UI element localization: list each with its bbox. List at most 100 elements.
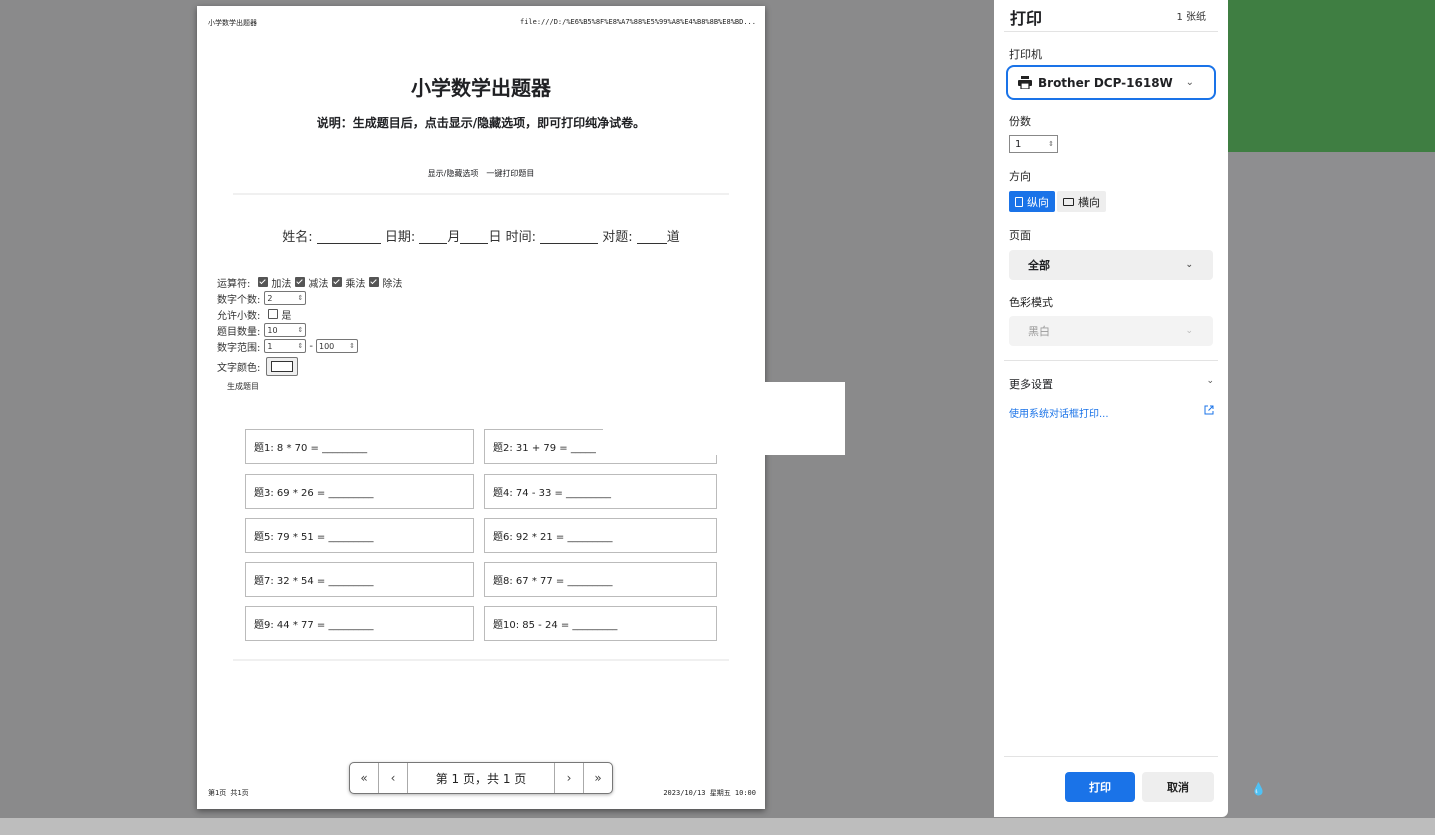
options-panel: 运算符: 加法 减法 乘法 除法 数字个数: 2 ⇕ 允许小数: 是 题目数量: … [217, 274, 402, 394]
range-max-value: 100 [318, 341, 335, 351]
system-dialog-link[interactable]: 使用系统对话框打印... [1009, 405, 1214, 420]
divide-label: 除法 [382, 278, 403, 290]
multiply-checkbox[interactable] [332, 277, 343, 287]
question-item: 题6: 92 * 21 = _________ [484, 518, 717, 553]
underlying-page-green-region [1228, 0, 1435, 152]
correct-label: 对题: [602, 230, 633, 245]
question-item: 题3: 69 * 26 = _________ [245, 474, 474, 509]
student-info-line: 姓名: 日期: 月 日 时间: 对题: 道 [197, 226, 765, 245]
printer-name: Brother DCP-1618W [1038, 75, 1173, 90]
page-navigator: « ‹ 第 1 页，共 1 页 › » [349, 762, 613, 794]
question-item: 题10: 85 - 24 = _________ [484, 606, 717, 641]
qty-value: 10 [267, 325, 278, 335]
page-footer-count: 第1页 共1页 [208, 789, 249, 797]
range-max-stepper[interactable]: 100 ⇕ [315, 339, 358, 353]
page-header-url: file:///D:/%E6%B5%8F%E8%A7%88%E5%99%A8%E… [519, 18, 756, 26]
add-checkbox[interactable] [258, 277, 269, 287]
divide-checkbox[interactable] [369, 277, 380, 287]
generate-button[interactable]: 生成题目 [227, 381, 259, 392]
range-dash: - [309, 340, 313, 352]
chevron-down-icon: ⌄ [1185, 260, 1193, 270]
portrait-button[interactable]: 纵向 [1009, 191, 1055, 212]
pages-label: 页面 [1009, 229, 1031, 242]
range-min-value: 1 [267, 341, 273, 351]
landscape-label: 横向 [1078, 195, 1100, 209]
orientation-toggle: 纵向 横向 [1009, 191, 1106, 212]
page-subtitle: 说明：生成题目后，点击显示/隐藏选项，即可打印纯净试卷。 [316, 116, 646, 130]
pages-select[interactable]: 全部 ⌄ [1009, 250, 1213, 280]
day-blank [460, 229, 489, 244]
color-mode-select[interactable]: 黑白 ⌄ [1009, 316, 1213, 346]
page-footer-datetime: 2023/10/13 星期五 10:00 [663, 789, 756, 797]
prev-page-button[interactable]: ‹ [379, 763, 408, 793]
page-title: 小学数学出题器 [411, 76, 551, 100]
count-value: 2 [267, 293, 273, 303]
count-label: 数字个数: [217, 294, 261, 306]
text-color-picker[interactable] [266, 356, 299, 376]
day-time-label: 日 时间: [488, 230, 536, 245]
count-stepper[interactable]: 2 ⇕ [264, 291, 307, 305]
name-blank [316, 229, 381, 244]
toggle-options-link[interactable]: 显示/隐藏选项 [428, 169, 479, 178]
water-drop-icon: 💧 [1251, 782, 1266, 796]
color-row: 文字颜色: [217, 354, 402, 378]
divider [233, 659, 729, 661]
correct-blank [636, 229, 667, 244]
date-label: 日期: [384, 230, 416, 245]
last-page-button[interactable]: » [583, 763, 612, 793]
print-questions-link[interactable]: 一键打印题目 [486, 169, 534, 178]
blank-overlay [603, 382, 845, 455]
question-item: 题4: 74 - 33 = _________ [484, 474, 717, 509]
month-label: 月 [447, 230, 461, 245]
printer-select[interactable]: Brother DCP-1618W ⌄ [1006, 65, 1216, 100]
question-item: 题7: 32 * 54 = _________ [245, 562, 474, 597]
copies-value: 1 [1015, 138, 1022, 150]
range-row: 数字范围: 1 ⇕ - 100 ⇕ [217, 338, 402, 354]
printer-icon [1018, 76, 1032, 89]
spinner-icon: ⇕ [297, 342, 304, 350]
divider [1004, 31, 1218, 32]
generate-row: 生成题目 [217, 378, 402, 394]
page-action-links: 显示/隐藏选项 一键打印题目 [197, 168, 765, 179]
subtract-checkbox[interactable] [295, 277, 306, 287]
landscape-button[interactable]: 横向 [1057, 191, 1106, 212]
page-indicator: 第 1 页，共 1 页 [435, 771, 527, 786]
divider [233, 193, 729, 195]
printer-label: 打印机 [1009, 48, 1042, 61]
more-settings-toggle[interactable]: 更多设置 ⌄ [1009, 376, 1214, 392]
add-label: 加法 [271, 278, 292, 290]
question-item: 题5: 79 * 51 = _________ [245, 518, 474, 553]
divider [1004, 360, 1218, 361]
question-item: 题9: 44 * 77 = _________ [245, 606, 474, 641]
color-label: 文字颜色: [217, 362, 261, 374]
copies-input[interactable]: 1 ⇕ [1009, 135, 1058, 153]
unit-label: 道 [666, 230, 680, 245]
copies-label: 份数 [1009, 115, 1031, 128]
decimal-checkbox[interactable] [268, 309, 279, 319]
next-page-button[interactable]: › [554, 763, 583, 793]
print-settings-panel: 打印 1 张纸 打印机 Brother DCP-1618W ⌄ 份数 1 ⇕ 方… [994, 0, 1228, 817]
landscape-page-icon [1063, 197, 1074, 206]
print-button[interactable]: 打印 [1065, 772, 1135, 802]
color-mode-label: 色彩模式 [1009, 296, 1053, 309]
subtract-label: 减法 [308, 278, 329, 290]
pages-value: 全部 [1028, 259, 1050, 272]
spinner-icon: ⇕ [297, 294, 304, 302]
portrait-page-icon [1015, 196, 1023, 207]
count-row: 数字个数: 2 ⇕ [217, 290, 402, 306]
cancel-button[interactable]: 取消 [1142, 772, 1214, 802]
chevron-down-icon: ⌄ [1185, 77, 1194, 88]
range-min-stepper[interactable]: 1 ⇕ [264, 339, 307, 353]
question-item: 题1: 8 * 70 = _________ [245, 429, 474, 464]
operator-label: 运算符: [217, 278, 251, 290]
name-label: 姓名: [282, 230, 313, 245]
decimal-row: 允许小数: 是 [217, 306, 402, 322]
first-page-button[interactable]: « [350, 763, 379, 793]
qty-label: 题目数量: [217, 326, 261, 338]
qty-stepper[interactable]: 10 ⇕ [264, 323, 307, 337]
bottom-strip [0, 818, 1435, 835]
color-mode-value: 黑白 [1028, 325, 1050, 338]
divider [1004, 756, 1218, 757]
question-item: 题8: 67 * 77 = _________ [484, 562, 717, 597]
spinner-icon: ⇕ [297, 326, 304, 334]
